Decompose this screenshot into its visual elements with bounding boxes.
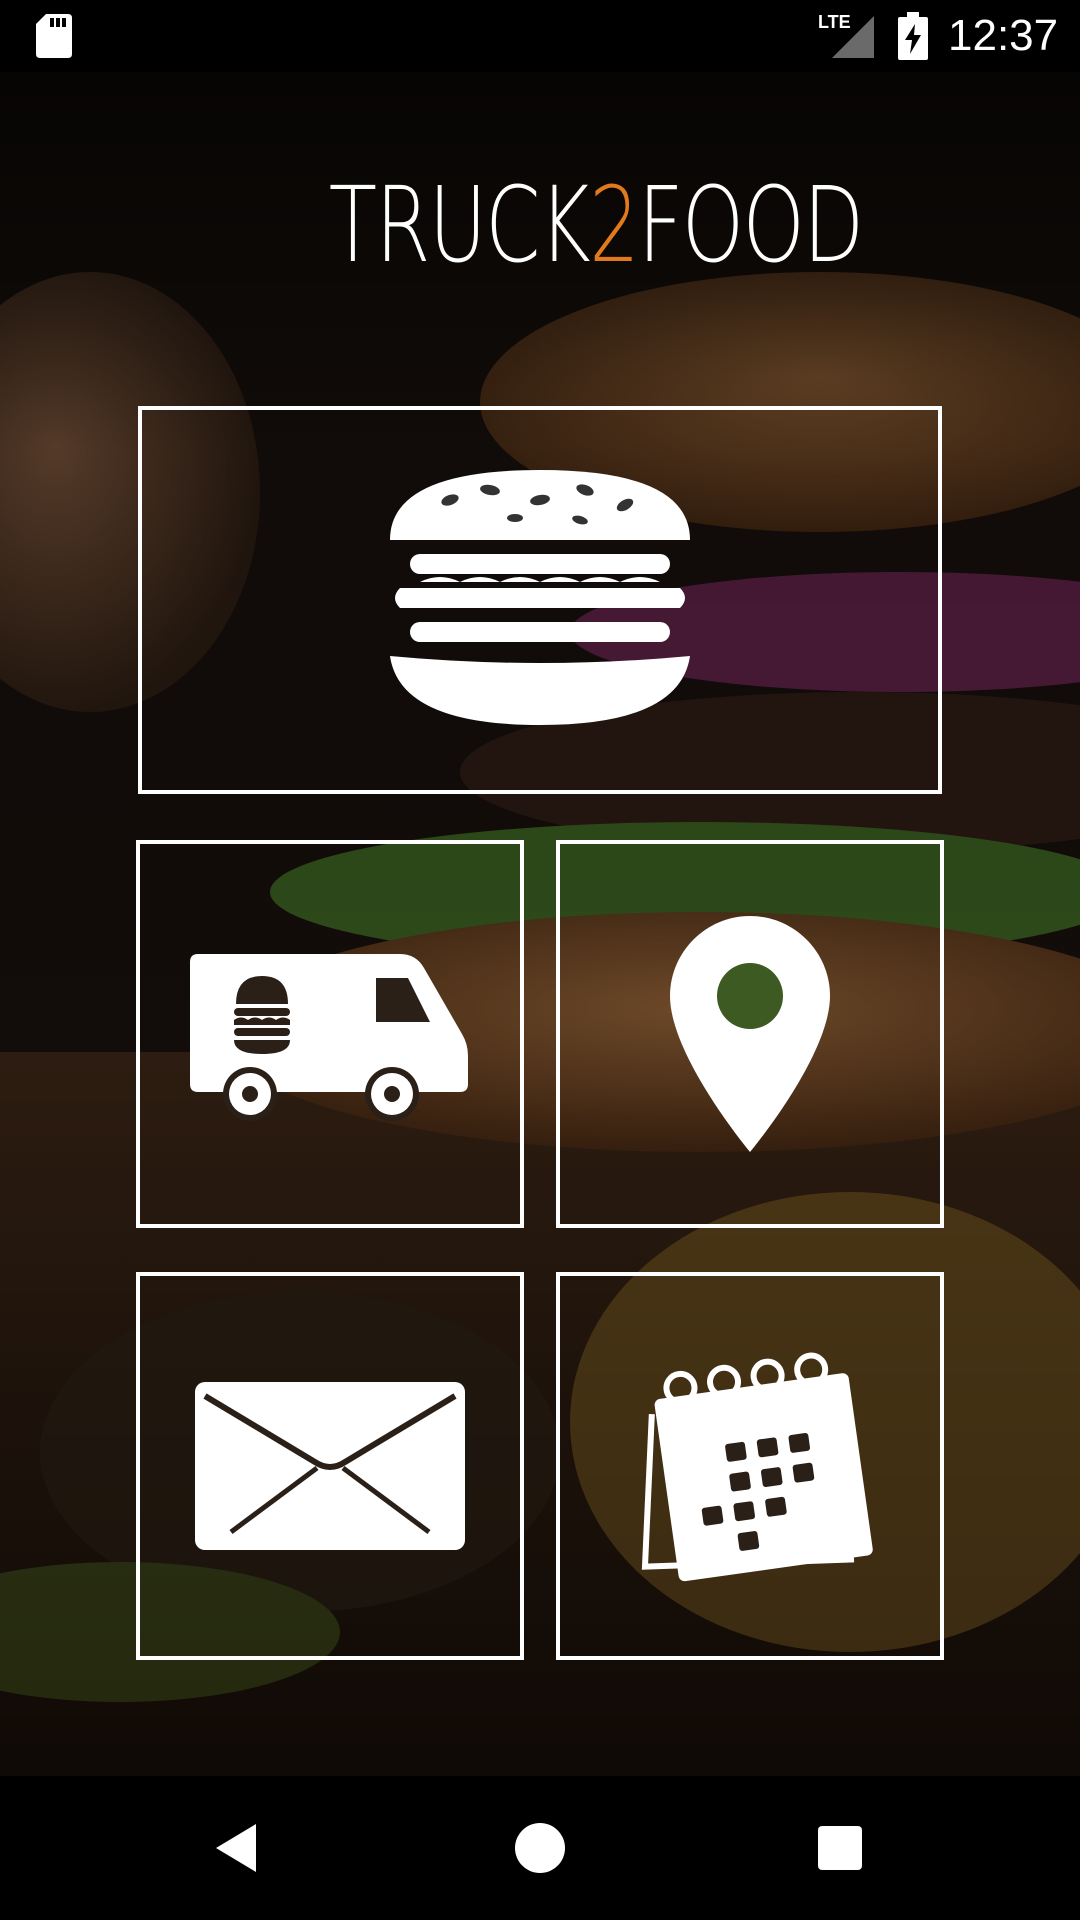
map-pin-icon [670, 916, 830, 1152]
food-truck-icon [190, 954, 468, 1121]
lte-signal-icon: LTE [818, 12, 874, 58]
menu-tile-button[interactable] [138, 406, 942, 794]
contact-tile-button[interactable] [136, 1272, 524, 1660]
location-tile-button[interactable] [556, 840, 944, 1228]
battery-charging-icon [898, 12, 928, 60]
logo-text-truck: TRUCK [328, 164, 591, 286]
sd-card-icon [36, 14, 72, 58]
status-clock: 12:37 [948, 11, 1059, 60]
lte-label: LTE [818, 12, 851, 32]
status-bar: LTE 12:37 [0, 0, 1080, 72]
app-logo: TRUCK2FOOD [329, 170, 864, 280]
calendar-icon [641, 1352, 873, 1582]
home-icon[interactable] [510, 1818, 570, 1878]
envelope-icon [195, 1382, 465, 1550]
logo-text-food: FOOD [637, 164, 864, 286]
recent-apps-icon[interactable] [810, 1818, 870, 1878]
logo-text-2: 2 [589, 164, 639, 286]
food-truck-tile-button[interactable] [136, 840, 524, 1228]
burger-icon [390, 470, 690, 725]
calendar-tile-button[interactable] [556, 1272, 944, 1660]
back-icon[interactable] [210, 1818, 270, 1878]
navigation-bar [0, 1776, 1080, 1920]
home-screen: TRUCK2FOOD [0, 72, 1080, 1776]
